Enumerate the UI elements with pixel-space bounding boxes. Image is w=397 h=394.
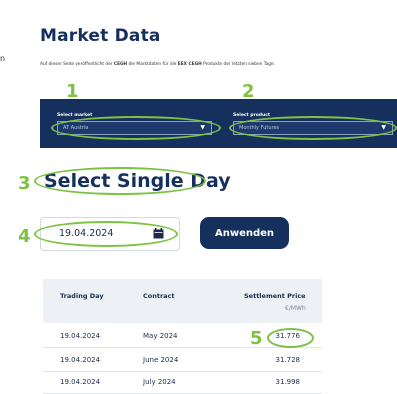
marker-4: 4 — [18, 226, 31, 247]
apply-button[interactable]: Anwenden — [200, 217, 289, 249]
highlight-oval-product — [229, 116, 397, 140]
cell-trading-day: 19.04.2024 — [60, 378, 101, 386]
marker-5: 5 — [250, 328, 263, 349]
highlight-oval-price — [267, 328, 314, 348]
table-row: 19.04.2024 June 2024 31.728 — [43, 350, 322, 372]
header-contract: Contract — [143, 292, 175, 300]
table-row: 19.04.2024 July 2024 31.998 — [43, 372, 322, 394]
highlight-oval-subtitle — [34, 167, 206, 195]
header-settlement-price: Settlement Price — [244, 292, 306, 300]
stray-text: n — [0, 54, 6, 63]
cell-contract: June 2024 — [143, 356, 179, 364]
page-description: Auf dieser Seite veröffentlicht der CEGH… — [40, 62, 276, 67]
marker-3: 3 — [18, 173, 31, 194]
header-unit: €/MWh — [285, 305, 306, 312]
cell-trading-day: 19.04.2024 — [60, 356, 101, 364]
page-title: Market Data — [40, 26, 161, 46]
highlight-oval-market — [51, 116, 221, 140]
highlight-oval-date — [34, 221, 178, 247]
cell-settlement-price: 31.998 — [275, 378, 301, 386]
header-trading-day: Trading Day — [60, 292, 104, 300]
cell-settlement-price: 31.728 — [275, 356, 301, 364]
cell-contract: May 2024 — [143, 332, 178, 340]
cell-contract: July 2024 — [143, 378, 176, 386]
table-header: Trading Day Contract Settlement Price €/… — [43, 279, 322, 323]
cell-trading-day: 19.04.2024 — [60, 332, 101, 340]
